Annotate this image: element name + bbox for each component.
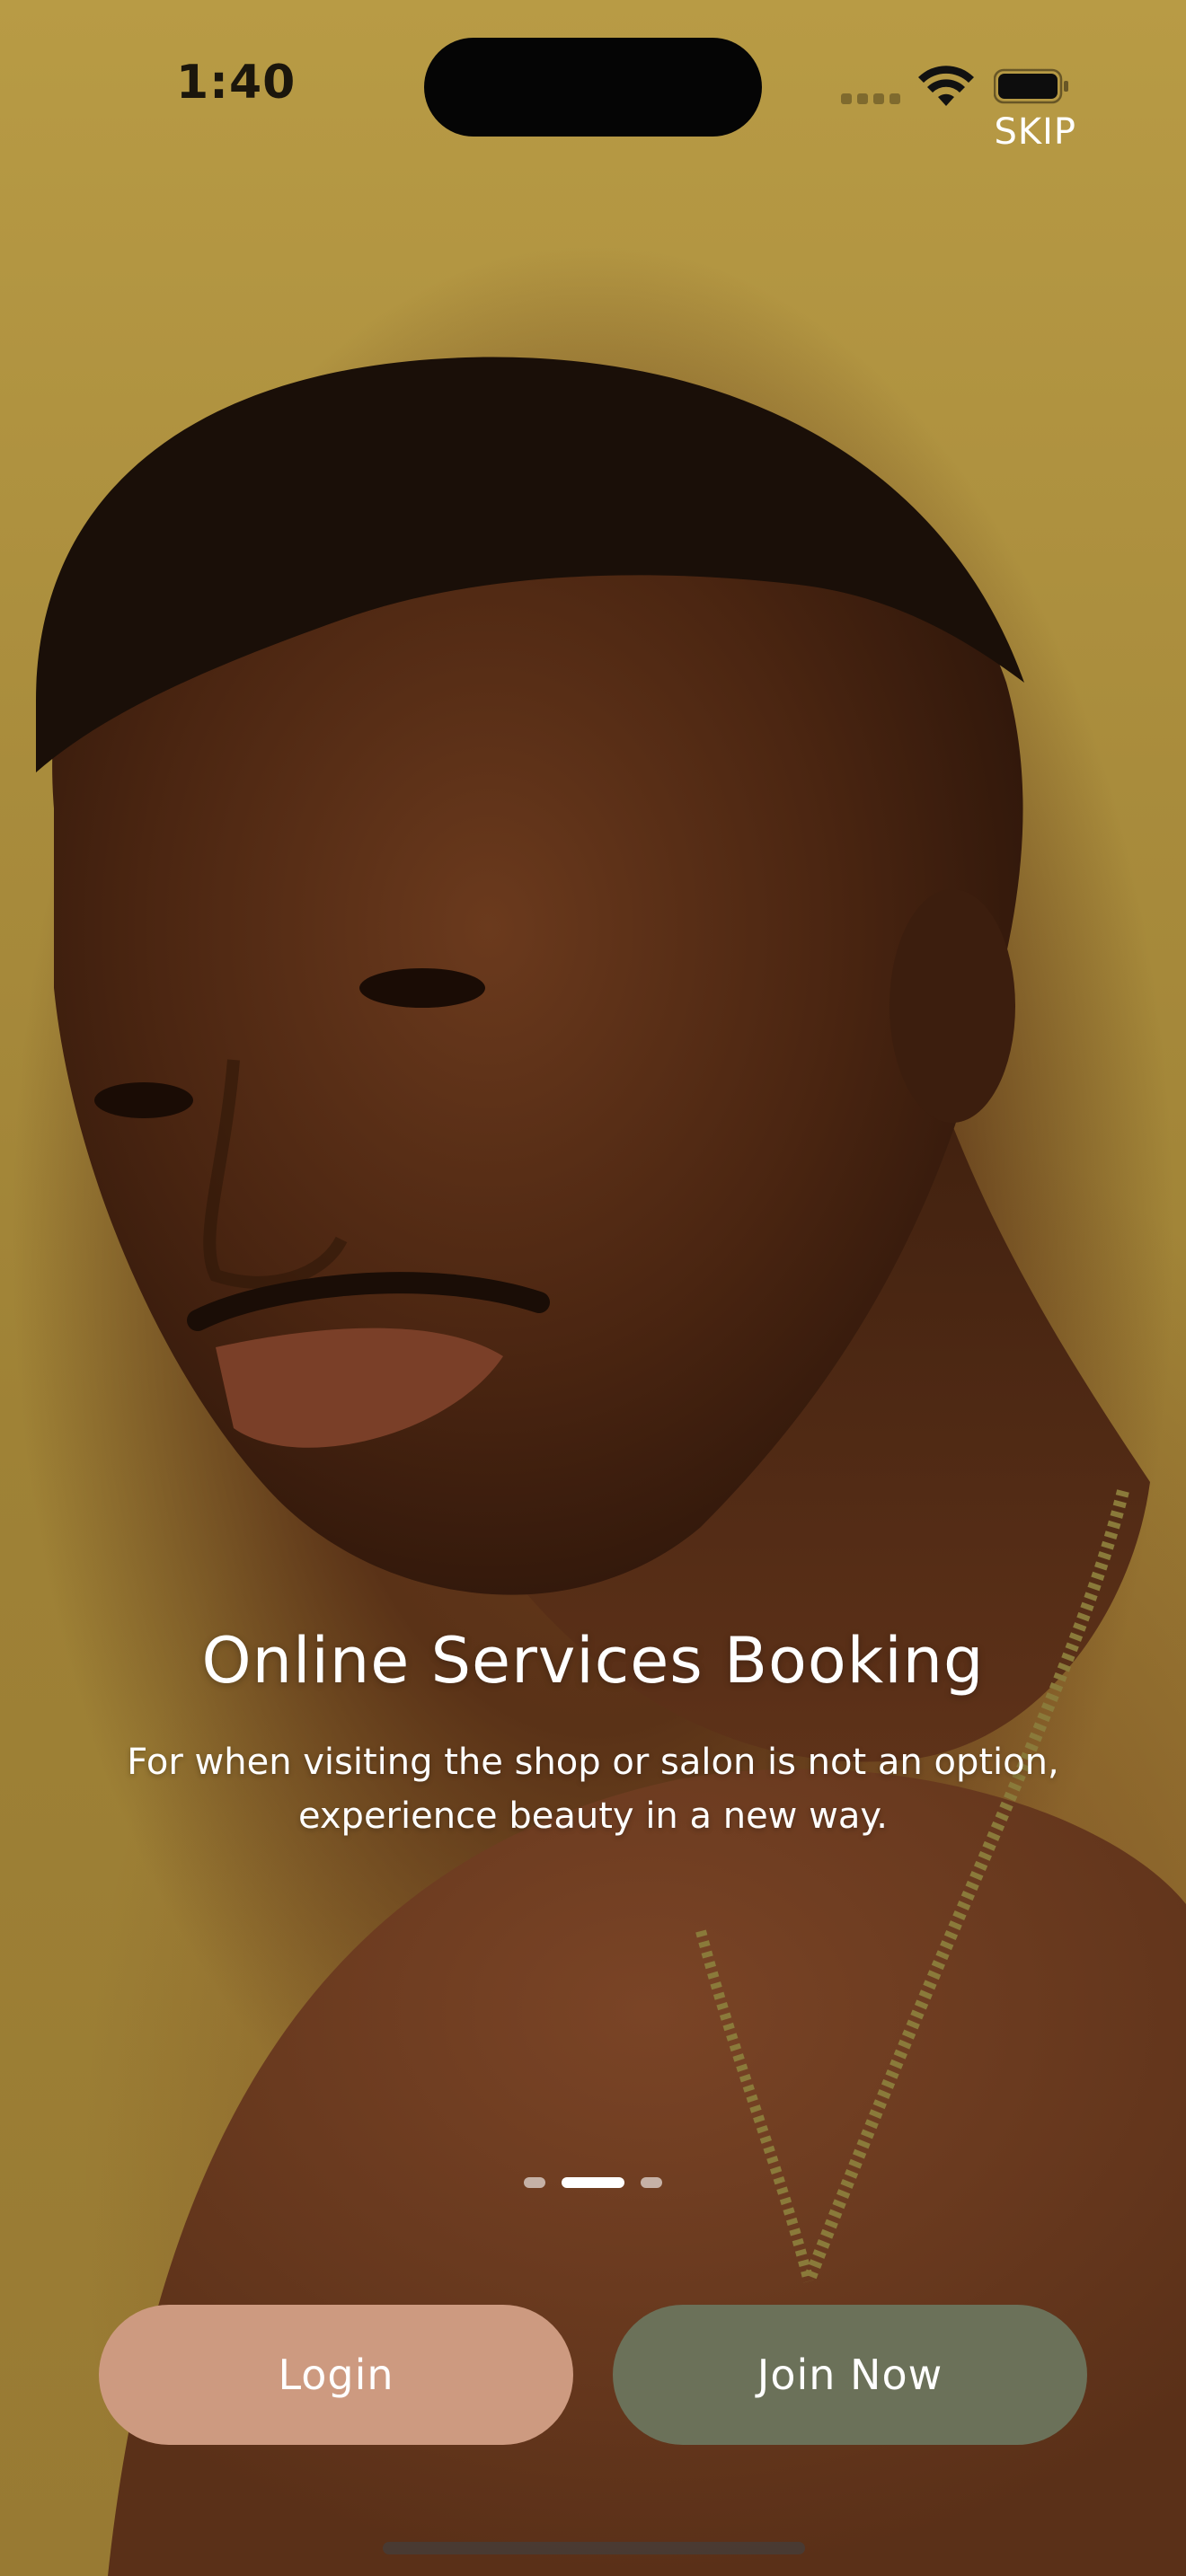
skip-button[interactable]: SKIP (994, 111, 1076, 153)
onboarding-screen: 1:40 SKIP Online Services Booking For wh… (0, 0, 1186, 2576)
background-portrait-image (36, 357, 1186, 2576)
page-dot-3[interactable] (641, 2177, 662, 2188)
wifi-icon (918, 66, 974, 106)
page-indicator (0, 2177, 1186, 2188)
home-indicator[interactable] (383, 2542, 805, 2554)
onboarding-title: Online Services Booking (201, 1624, 985, 1698)
join-now-button[interactable]: Join Now (613, 2305, 1087, 2445)
cellular-signal-icon (841, 93, 900, 106)
page-dot-1[interactable] (524, 2177, 545, 2188)
page-dot-2-active[interactable] (562, 2177, 624, 2188)
battery-icon (994, 68, 1068, 104)
dynamic-island (424, 38, 762, 137)
status-bar-time: 1:40 (176, 56, 296, 110)
onboarding-description: For when visiting the shop or salon is n… (127, 1742, 1059, 1837)
login-button[interactable]: Login (99, 2305, 573, 2445)
